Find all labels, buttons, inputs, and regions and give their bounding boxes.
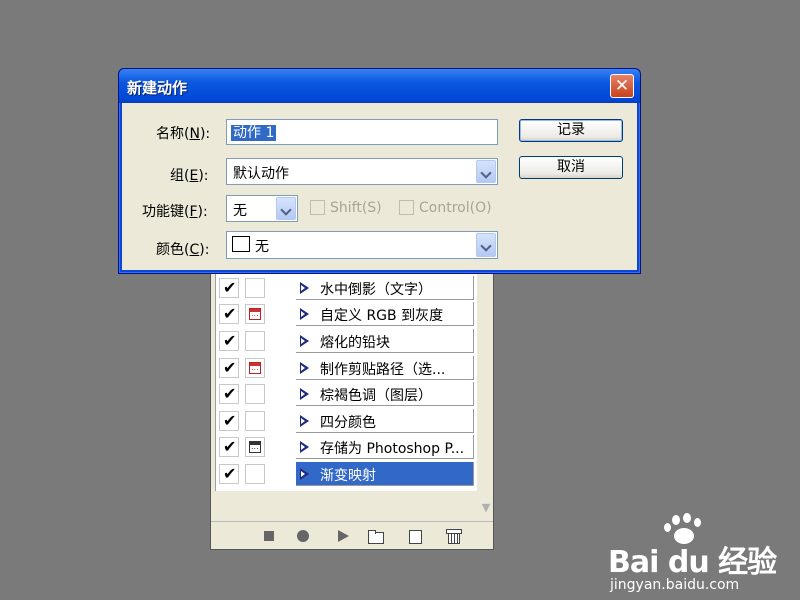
control-checkbox[interactable] <box>399 200 414 215</box>
dialog-toggle-icon <box>249 308 261 320</box>
actions-scrollbar[interactable]: ▼ <box>477 269 493 514</box>
chevron-down-icon[interactable] <box>476 160 496 183</box>
action-label: 自定义 RGB 到灰度 <box>320 308 444 324</box>
baidu-jingyan-watermark: Bai du 经验 jingyan.baidu.com <box>608 513 798 595</box>
action-row[interactable]: ✔ 自定义 RGB 到灰度 <box>216 301 478 327</box>
dialog-toggle-cell[interactable] <box>245 384 265 404</box>
name-label: 名称(N): <box>156 126 211 142</box>
dialog-title: 新建动作 <box>127 79 188 97</box>
action-toggle-checkbox[interactable]: ✔ <box>219 358 239 378</box>
expand-triangle-icon[interactable] <box>300 282 309 294</box>
expand-triangle-icon[interactable] <box>300 468 309 480</box>
close-button[interactable]: ✕ <box>610 74 634 98</box>
chevron-down-icon[interactable] <box>276 197 296 220</box>
scroll-down-icon[interactable]: ▼ <box>479 501 493 515</box>
checkmark-icon: ✔ <box>223 331 237 350</box>
checkmark-icon: ✔ <box>223 278 237 297</box>
action-row[interactable]: ✔ 熔化的铅块 <box>216 328 478 354</box>
checkmark-icon: ✔ <box>223 437 237 456</box>
function-key-value: 无 <box>233 203 247 219</box>
expand-triangle-icon[interactable] <box>300 335 309 347</box>
action-label: 存储为 Photoshop P... <box>320 441 465 457</box>
expand-triangle-icon[interactable] <box>300 308 309 320</box>
color-select[interactable]: 无 <box>226 231 498 259</box>
dialog-toggle-cell[interactable] <box>245 304 265 324</box>
action-row[interactable]: ✔ 存储为 Photoshop P... <box>216 434 478 460</box>
set-label: 组(E): <box>170 168 209 184</box>
expand-triangle-icon[interactable] <box>300 415 309 427</box>
action-label: 棕褐色调（图层） <box>320 388 432 404</box>
folder-icon[interactable] <box>367 528 384 544</box>
control-label: Control(O) <box>419 200 492 216</box>
dialog-toggle-cell[interactable] <box>245 437 265 457</box>
new-action-dialog: 新建动作 ✕ 名称(N): 动作 1 组(E): 默认动作 功能键(F): 无 … <box>118 68 641 274</box>
set-select[interactable]: 默认动作 <box>226 158 498 185</box>
shift-label: Shift(S) <box>330 200 382 216</box>
chevron-down-icon[interactable] <box>476 233 496 257</box>
dialog-body: 名称(N): 动作 1 组(E): 默认动作 功能键(F): 无 Shift(S… <box>122 103 637 270</box>
checkmark-icon: ✔ <box>223 384 237 403</box>
action-toggle-checkbox[interactable]: ✔ <box>219 331 239 351</box>
dialog-toggle-cell[interactable] <box>245 411 265 431</box>
checkmark-icon: ✔ <box>223 464 237 483</box>
record-icon[interactable] <box>295 528 311 544</box>
dialog-toggle-icon <box>249 441 261 453</box>
action-label: 四分颜色 <box>320 415 376 431</box>
cancel-button[interactable]: 取消 <box>519 156 623 179</box>
dialog-toggle-cell[interactable] <box>245 331 265 351</box>
action-label: 渐变映射 <box>320 468 376 484</box>
function-key-label: 功能键(F): <box>142 204 208 220</box>
action-row[interactable]: ✔ 渐变映射 <box>216 461 478 487</box>
watermark-url: jingyan.baidu.com <box>610 577 740 593</box>
actions-toolbar <box>211 521 493 549</box>
action-row[interactable]: ✔ 水中倒影（文字） <box>216 275 478 301</box>
color-label: 颜色(C): <box>156 242 210 258</box>
play-icon[interactable] <box>335 528 351 544</box>
action-label: 制作剪贴路径（选... <box>320 362 446 378</box>
color-select-value: 无 <box>255 239 269 255</box>
stop-icon[interactable] <box>261 528 277 544</box>
expand-triangle-icon[interactable] <box>300 388 309 400</box>
actions-list: ✔水中倒影（文字）✔自定义 RGB 到灰度✔熔化的铅块✔制作剪贴路径（选...✔… <box>215 269 477 491</box>
name-input[interactable]: 动作 1 <box>226 119 498 145</box>
action-toggle-checkbox[interactable]: ✔ <box>219 278 239 298</box>
action-row[interactable]: ✔ 制作剪贴路径（选... <box>216 355 478 381</box>
action-toggle-checkbox[interactable]: ✔ <box>219 411 239 431</box>
checkmark-icon: ✔ <box>223 304 237 323</box>
dialog-toggle-icon <box>249 362 261 374</box>
actions-panel: ✔水中倒影（文字）✔自定义 RGB 到灰度✔熔化的铅块✔制作剪贴路径（选...✔… <box>210 268 494 550</box>
checkmark-icon: ✔ <box>223 411 237 430</box>
action-toggle-checkbox[interactable]: ✔ <box>219 437 239 457</box>
action-label: 水中倒影（文字） <box>320 282 432 298</box>
function-key-select[interactable]: 无 <box>226 195 298 222</box>
action-toggle-checkbox[interactable]: ✔ <box>219 464 239 484</box>
dialog-toggle-cell[interactable] <box>245 278 265 298</box>
expand-triangle-icon[interactable] <box>300 362 309 374</box>
action-row[interactable]: ✔ 棕褐色调（图层） <box>216 381 478 407</box>
watermark-brand: Bai du 经验 <box>608 545 777 580</box>
dialog-toggle-cell[interactable] <box>245 464 265 484</box>
action-toggle-checkbox[interactable]: ✔ <box>219 304 239 324</box>
close-icon: ✕ <box>614 76 630 96</box>
trash-icon[interactable] <box>445 528 462 544</box>
set-select-value: 默认动作 <box>233 166 289 182</box>
dialog-toggle-cell[interactable] <box>245 358 265 378</box>
expand-triangle-icon[interactable] <box>300 441 309 453</box>
checkmark-icon: ✔ <box>223 358 237 377</box>
action-label: 熔化的铅块 <box>320 335 390 351</box>
shift-checkbox[interactable] <box>310 200 325 215</box>
action-toggle-checkbox[interactable]: ✔ <box>219 384 239 404</box>
title-bar[interactable]: 新建动作 ✕ <box>119 69 640 103</box>
record-button[interactable]: 记录 <box>519 119 623 142</box>
new-action-icon[interactable] <box>407 528 423 544</box>
color-swatch <box>232 236 250 252</box>
name-input-value: 动作 1 <box>231 125 277 141</box>
action-row[interactable]: ✔ 四分颜色 <box>216 408 478 434</box>
